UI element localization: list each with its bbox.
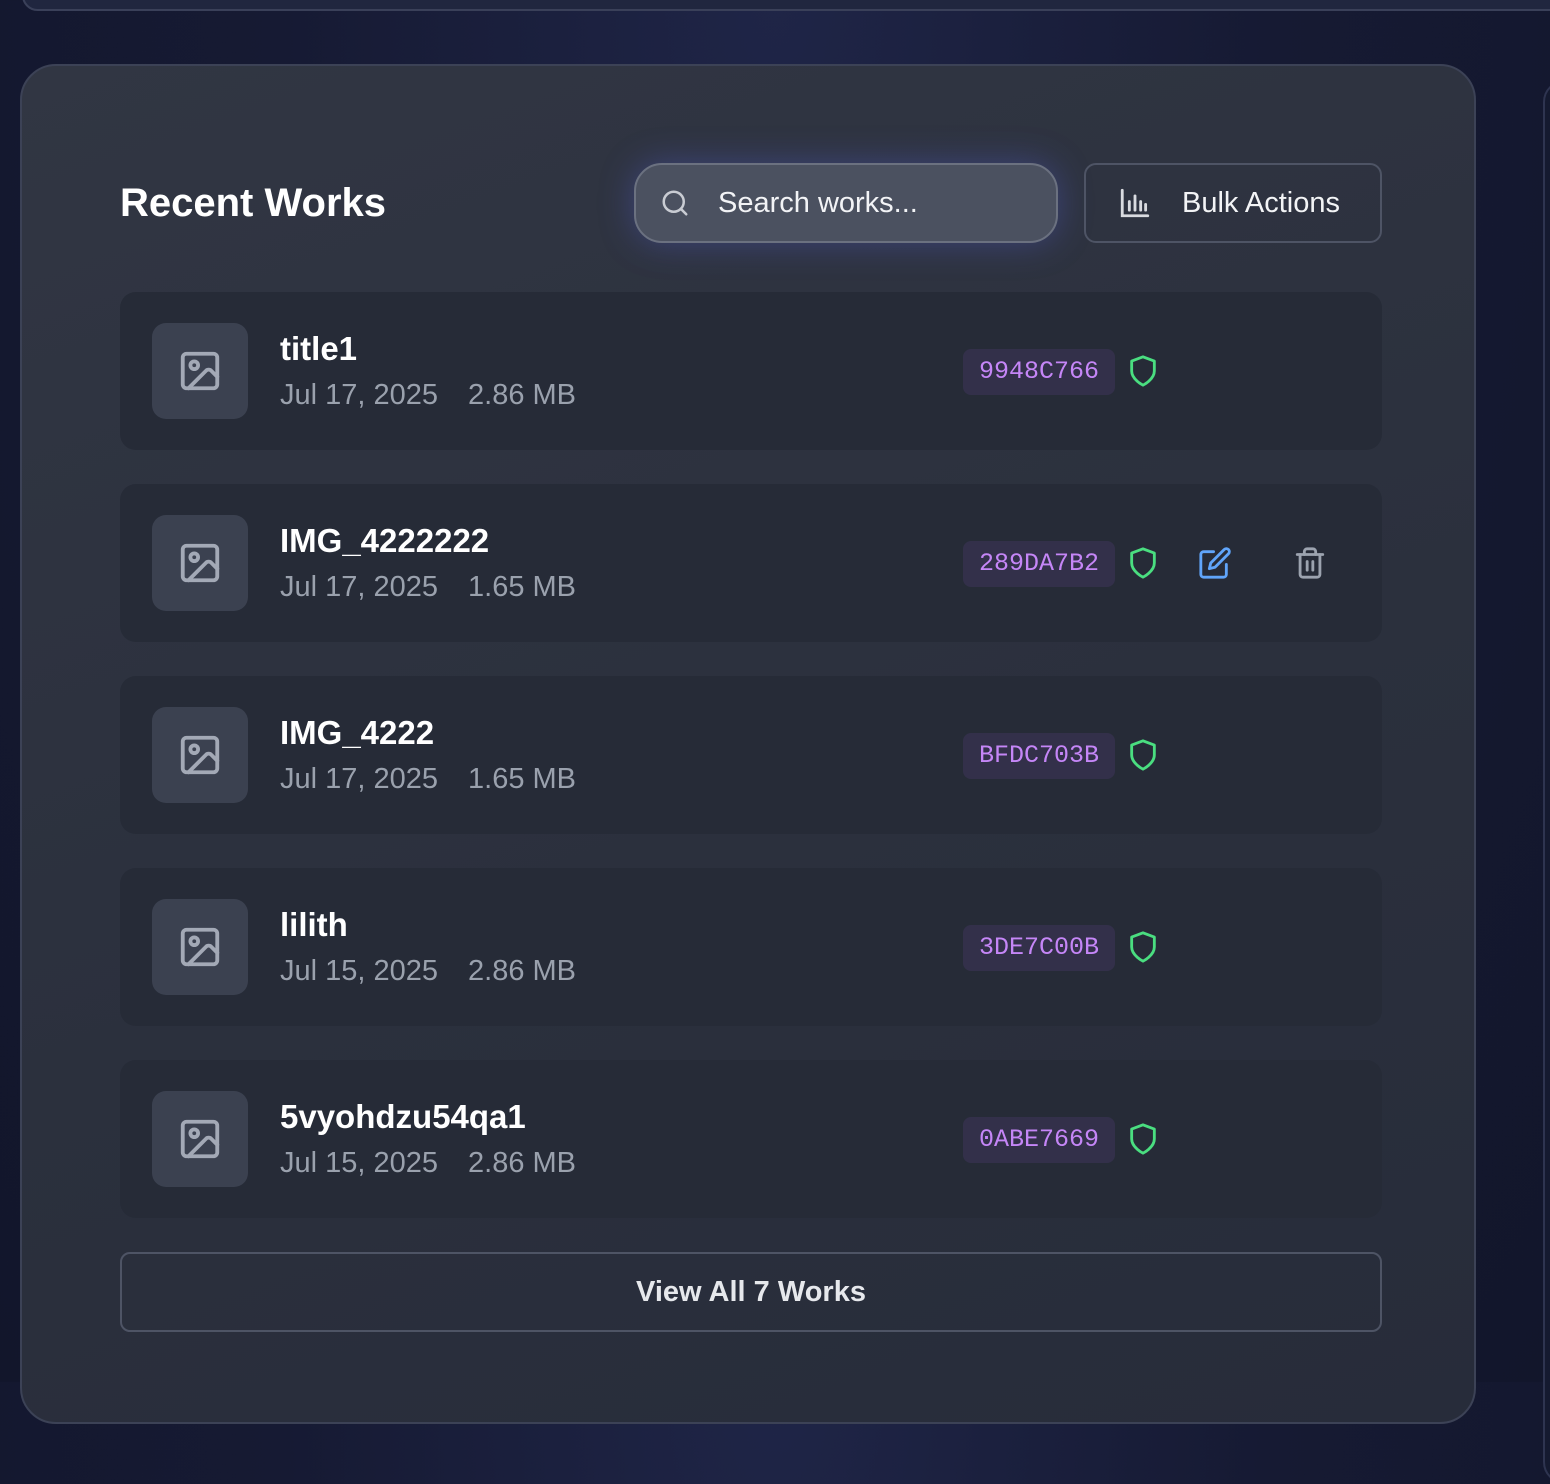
top-panel-edge [22,0,1550,11]
search-input[interactable] [718,186,1038,220]
work-row[interactable]: title1 Jul 17, 2025 2.86 MB 9948C766 [120,292,1382,450]
bar-chart-icon [1120,188,1150,218]
work-row[interactable]: lilith Jul 15, 2025 2.86 MB 3DE7C00B [120,868,1382,1026]
work-thumbnail [152,899,248,995]
work-date: Jul 17, 2025 [280,571,439,603]
work-hash-badge: 3DE7C00B [963,925,1116,971]
work-meta: Jul 17, 2025 2.86 MB [280,378,576,412]
bulk-actions-label: Bulk Actions [1182,186,1340,219]
shield-icon [1130,355,1156,387]
work-date: Jul 15, 2025 [280,1147,439,1179]
trash-icon[interactable] [1293,546,1327,580]
image-icon [180,351,220,391]
work-date: Jul 15, 2025 [280,955,439,987]
work-size: 1.65 MB [468,571,577,603]
image-icon [180,927,220,967]
works-list: title1 Jul 17, 2025 2.86 MB 9948C766 IMG_… [120,292,1382,1252]
shield-icon [1130,547,1156,579]
shield-icon [1130,739,1156,771]
work-name: title1 [280,330,358,367]
search-box[interactable] [634,163,1058,243]
work-size: 2.86 MB [468,379,577,411]
work-date: Jul 17, 2025 [280,379,439,411]
work-hash-badge: 289DA7B2 [963,541,1116,587]
work-thumbnail [152,707,248,803]
recent-works-card: Recent Works Bulk Actions title1 Jul 17,… [20,64,1476,1424]
section-title: Recent Works [120,181,387,225]
shield-icon [1130,931,1156,963]
work-row[interactable]: 5vyohdzu54qa1 Jul 15, 2025 2.86 MB 0ABE76… [120,1060,1382,1218]
work-meta: Jul 15, 2025 2.86 MB [280,1146,576,1180]
work-name: IMG_4222222 [280,522,490,559]
work-meta: Jul 17, 2025 1.65 MB [280,762,576,796]
work-thumbnail [152,323,248,419]
work-meta: Jul 15, 2025 2.86 MB [280,954,576,988]
work-size: 1.65 MB [468,763,577,795]
right-panel-edge [1543,80,1550,1484]
work-name: IMG_4222 [280,714,435,751]
work-date: Jul 17, 2025 [280,763,439,795]
image-icon [180,543,220,583]
work-size: 2.86 MB [468,955,577,987]
view-all-works-button[interactable]: View All 7 Works [120,1252,1382,1332]
work-thumbnail [152,515,248,611]
work-hash-badge: BFDC703B [963,733,1116,779]
work-row[interactable]: IMG_4222 Jul 17, 2025 1.65 MB BFDC703B [120,676,1382,834]
image-icon [180,735,220,775]
work-meta: Jul 17, 2025 1.65 MB [280,570,576,604]
work-size: 2.86 MB [468,1147,577,1179]
search-icon [662,190,688,216]
work-thumbnail [152,1091,248,1187]
work-name: lilith [280,906,348,943]
work-row[interactable]: IMG_4222222 Jul 17, 2025 1.65 MB 289DA7B2 [120,484,1382,642]
image-icon [180,1119,220,1159]
bulk-actions-button[interactable]: Bulk Actions [1084,163,1382,243]
work-hash-badge: 9948C766 [963,349,1116,395]
shield-icon [1130,1123,1156,1155]
work-name: 5vyohdzu54qa1 [280,1098,526,1135]
edit-icon[interactable] [1198,546,1232,580]
work-hash-badge: 0ABE7669 [963,1117,1116,1163]
